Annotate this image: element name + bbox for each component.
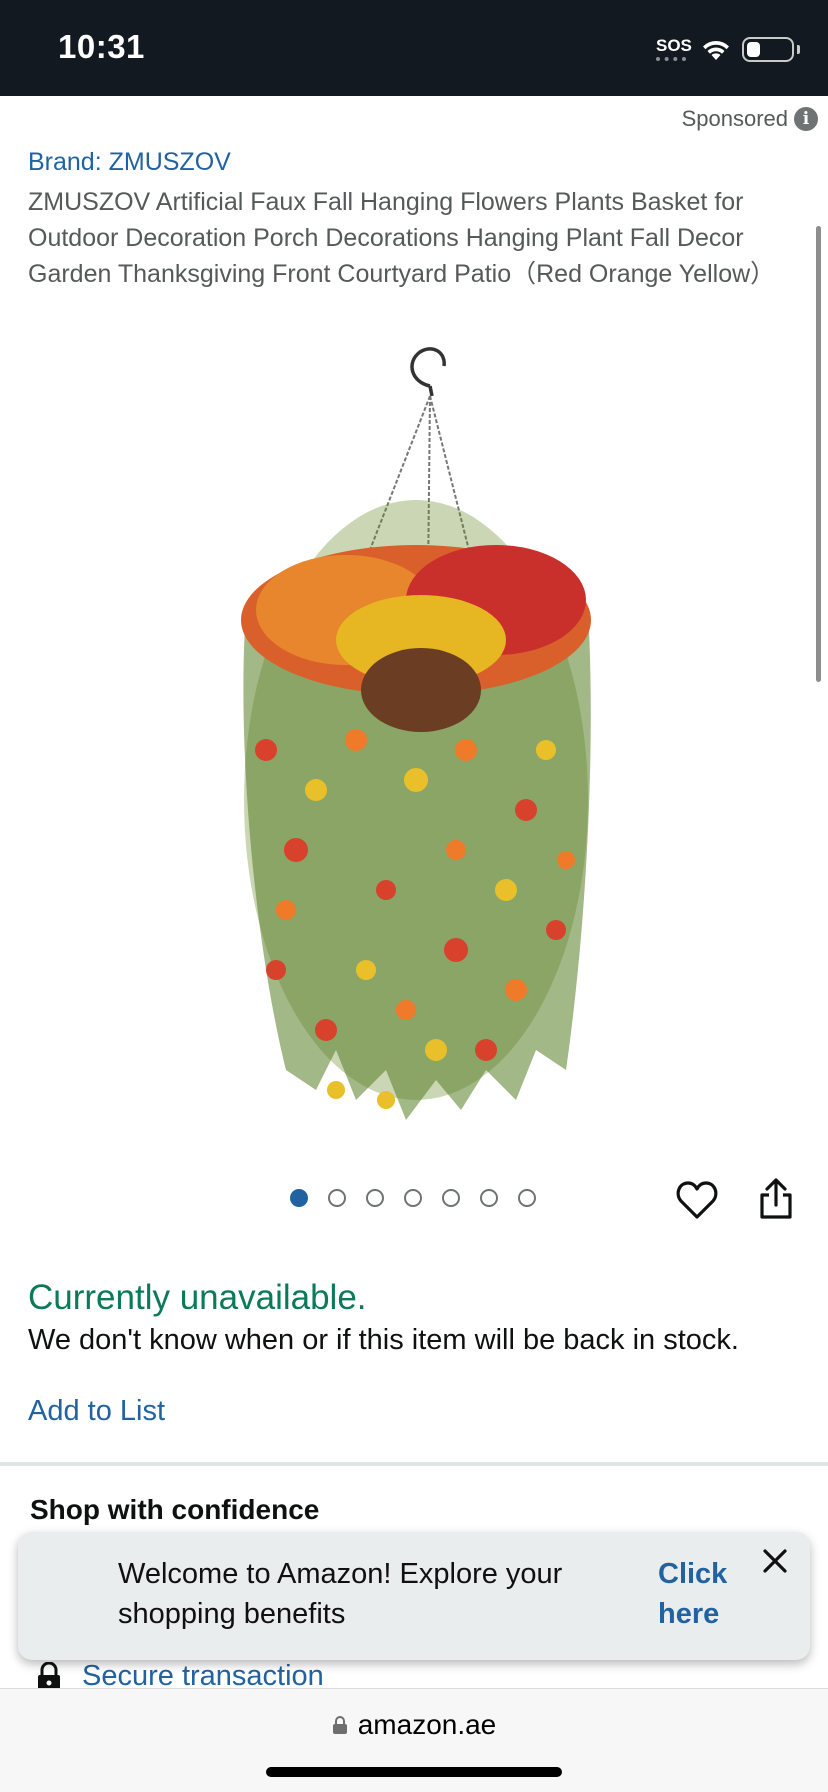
sponsored-text: Sponsored [681, 106, 788, 131]
brand-link[interactable]: Brand: ZMUSZOV [28, 148, 231, 177]
availability-status: Currently unavailable. [28, 1278, 367, 1317]
carousel-dot[interactable] [290, 1189, 308, 1207]
toast-message: Welcome to Amazon! Explore your shopping… [118, 1558, 563, 1630]
battery-icon [742, 37, 794, 62]
sos-indicator: SOS [656, 36, 692, 55]
section-divider [0, 1462, 828, 1466]
carousel-dot[interactable] [366, 1189, 384, 1207]
battery-tip [797, 45, 800, 54]
wifi-icon [703, 40, 729, 60]
carousel-dot[interactable] [442, 1189, 460, 1207]
lock-icon [38, 1661, 60, 1691]
close-icon[interactable] [760, 1546, 790, 1576]
product-image[interactable] [206, 330, 626, 1120]
carousel-dot[interactable] [518, 1189, 536, 1207]
sponsored-label[interactable]: Sponsored i [682, 106, 818, 132]
image-carousel-dots [290, 1189, 536, 1207]
carousel-dot[interactable] [480, 1189, 498, 1207]
scrollbar[interactable] [816, 226, 821, 682]
carousel-dot[interactable] [404, 1189, 422, 1207]
add-to-list-link[interactable]: Add to List [28, 1395, 165, 1428]
share-icon[interactable] [758, 1178, 794, 1220]
info-icon[interactable]: i [794, 107, 818, 131]
availability-note: We don't know when or if this item will … [28, 1324, 739, 1356]
page: 10:31 SOS Sponsored i Brand: ZMUSZOV ZMU… [0, 0, 828, 1792]
battery-level [747, 42, 760, 57]
url-text[interactable]: amazon.ae [358, 1709, 497, 1741]
status-bar: 10:31 SOS [0, 0, 828, 96]
signal-dots [656, 57, 686, 61]
url-lock-icon [332, 1716, 347, 1734]
heart-icon[interactable] [676, 1180, 718, 1220]
product-title: ZMUSZOV Artificial Faux Fall Hanging Flo… [28, 188, 776, 288]
home-indicator[interactable] [266, 1767, 562, 1777]
welcome-toast: Welcome to Amazon! Explore your shopping… [18, 1532, 810, 1660]
shop-with-confidence-heading: Shop with confidence [30, 1494, 320, 1525]
url-row[interactable]: amazon.ae [0, 1709, 828, 1741]
status-time: 10:31 [58, 28, 145, 65]
carousel-dot[interactable] [328, 1189, 346, 1207]
